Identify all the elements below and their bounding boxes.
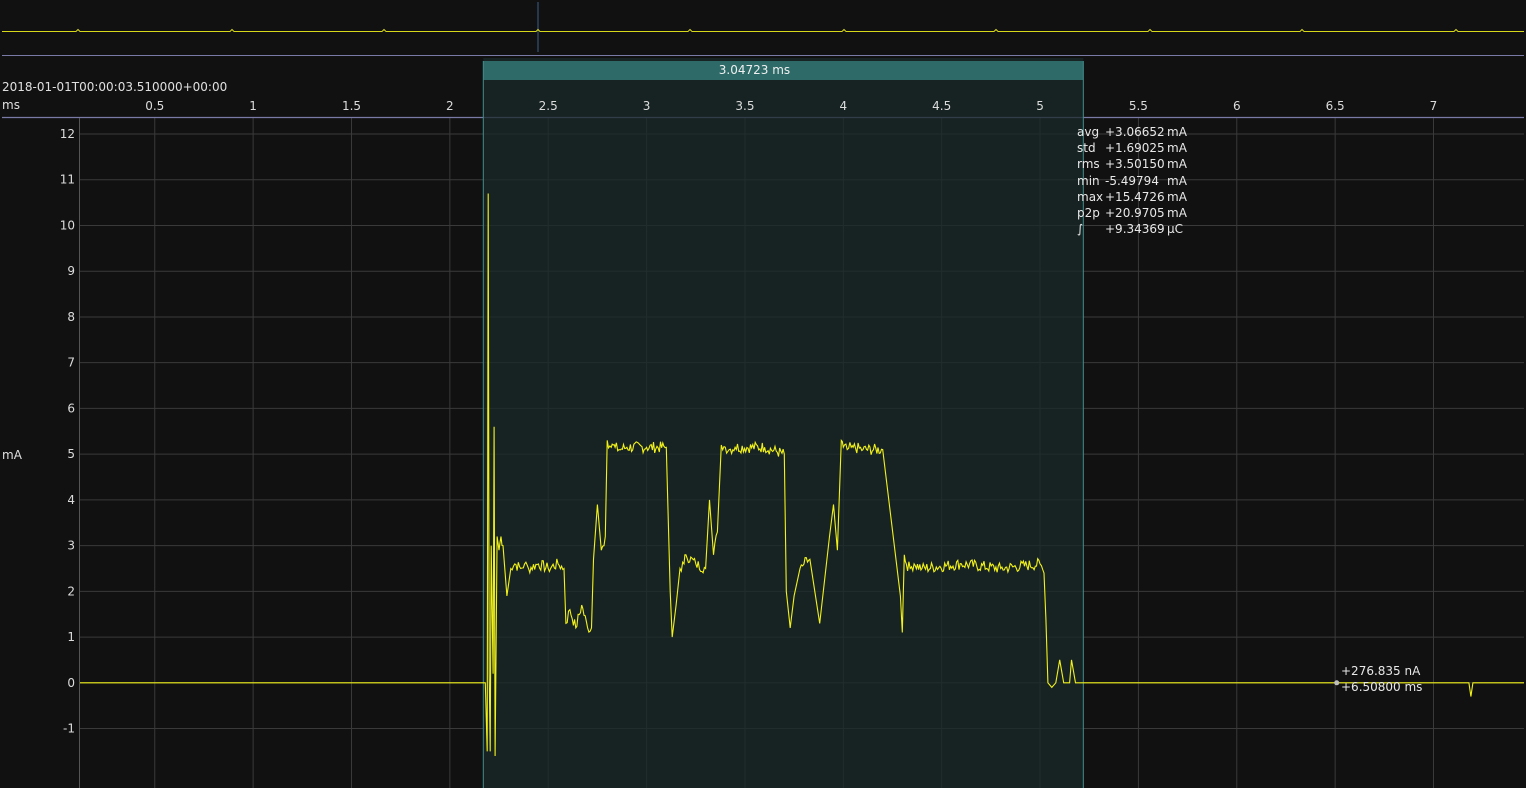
stat-value: +3.50150 [1105, 157, 1165, 172]
dual-marker-selection[interactable] [482, 58, 1084, 788]
stat-row-integral: ∫ +9.34369 µC [1077, 221, 1197, 237]
stat-unit: mA [1167, 157, 1187, 172]
stat-unit: mA [1167, 141, 1187, 156]
y-tick-label: 11 [60, 173, 75, 187]
stat-unit: mA [1167, 206, 1187, 221]
x-tick-label: 6.5 [1326, 99, 1345, 113]
stat-key: avg [1077, 125, 1100, 139]
x-unit-label: ms [2, 98, 20, 112]
waveform-viewer: 0.5 1 1.5 2 2.5 3 3.5 4 4.5 5 5.5 6 6.5 7 -1 0 1 2 3 4 5 6 7 8… [0, 0, 1526, 788]
x-tick-label: 3 [643, 99, 651, 113]
stat-key: max [1077, 189, 1104, 204]
x-tick-label: 4.5 [932, 99, 951, 113]
single-marker-dot[interactable] [1334, 680, 1340, 686]
y-tick-label: 0 [67, 676, 75, 690]
single-marker-label[interactable]: +276.835 nA +6.50800 ms [1341, 663, 1422, 695]
dual-marker-delta-label[interactable]: 3.04723 ms [436, 61, 1073, 80]
y-axis: -10123456789101112 [60, 127, 75, 736]
stat-row-min: min -5.49794 mA [1077, 173, 1197, 189]
y-tick-label: 2 [67, 584, 75, 598]
single-marker-value: +276.835 nA [1341, 664, 1421, 678]
x-tick-label: 5 [1036, 99, 1044, 113]
chart-svg[interactable]: 0.5 1 1.5 2 2.5 3 3.5 4 4.5 5 5.5 6 6.5 7 -1012345678… [0, 58, 1526, 788]
stat-value: +20.9705 [1105, 206, 1165, 221]
x-tick-label: 6 [1233, 99, 1241, 113]
x-tick-label: 7 [1430, 99, 1438, 113]
y-tick-label: 6 [67, 401, 75, 415]
stat-value: +1.69025 [1105, 141, 1165, 156]
x-tick-label: 2.5 [539, 99, 558, 113]
stat-row-std: std +1.69025 mA [1077, 140, 1197, 156]
y-tick-label: 8 [67, 310, 75, 324]
y-tick-label: 12 [60, 127, 75, 141]
stat-value: +15.4726 [1105, 189, 1165, 204]
x-tick-label: 2 [446, 99, 454, 113]
y-tick-label: -1 [63, 722, 75, 736]
timestamp-label: 2018-01-01T00:00:03.510000+00:00 [2, 80, 228, 94]
y-tick-label: 9 [67, 264, 75, 278]
selection-fill [483, 58, 1084, 788]
y-tick-label: 4 [67, 493, 75, 507]
y-tick-label: 5 [67, 447, 75, 461]
stat-value: +3.06652 [1105, 125, 1165, 139]
y-tick-label: 1 [67, 630, 75, 644]
stat-row-p2p: p2p +20.9705 mA [1077, 205, 1197, 221]
stat-key: std [1077, 141, 1096, 156]
stat-row-rms: rms +3.50150 mA [1077, 156, 1197, 172]
x-tick-label: 5.5 [1129, 99, 1148, 113]
stat-unit: mA [1167, 189, 1187, 204]
statistics-panel: avg +3.06652 mA std +1.69025 mA rms +3.5… [1077, 124, 1197, 237]
stat-row-max: max +15.4726 mA [1077, 189, 1197, 205]
stat-value: +9.34369 [1105, 222, 1165, 237]
overview-strip[interactable] [0, 0, 1526, 58]
y-tick-label: 7 [67, 356, 75, 370]
stat-row-avg: avg +3.06652 mA [1077, 124, 1197, 140]
overview-trace [2, 28, 1524, 32]
x-tick-label: 1.5 [342, 99, 361, 113]
x-tick-label: 1 [249, 99, 257, 113]
y-unit-label: mA [2, 448, 22, 462]
stat-key: ∫ [1077, 222, 1084, 237]
y-tick-label: 10 [60, 218, 75, 232]
stat-key: min [1077, 173, 1100, 188]
y-tick-label: 3 [67, 539, 75, 553]
x-tick-label: 3.5 [735, 99, 754, 113]
stat-key: rms [1077, 157, 1100, 172]
stat-key: p2p [1077, 206, 1100, 221]
stat-value: -5.49794 [1105, 173, 1159, 188]
x-tick-label: 4 [839, 99, 847, 113]
stat-unit: mA [1167, 125, 1187, 139]
single-marker-time: +6.50800 ms [1341, 680, 1423, 694]
stat-unit: µC [1167, 222, 1184, 237]
stat-unit: mA [1167, 173, 1187, 188]
x-tick-label: 0.5 [145, 99, 164, 113]
